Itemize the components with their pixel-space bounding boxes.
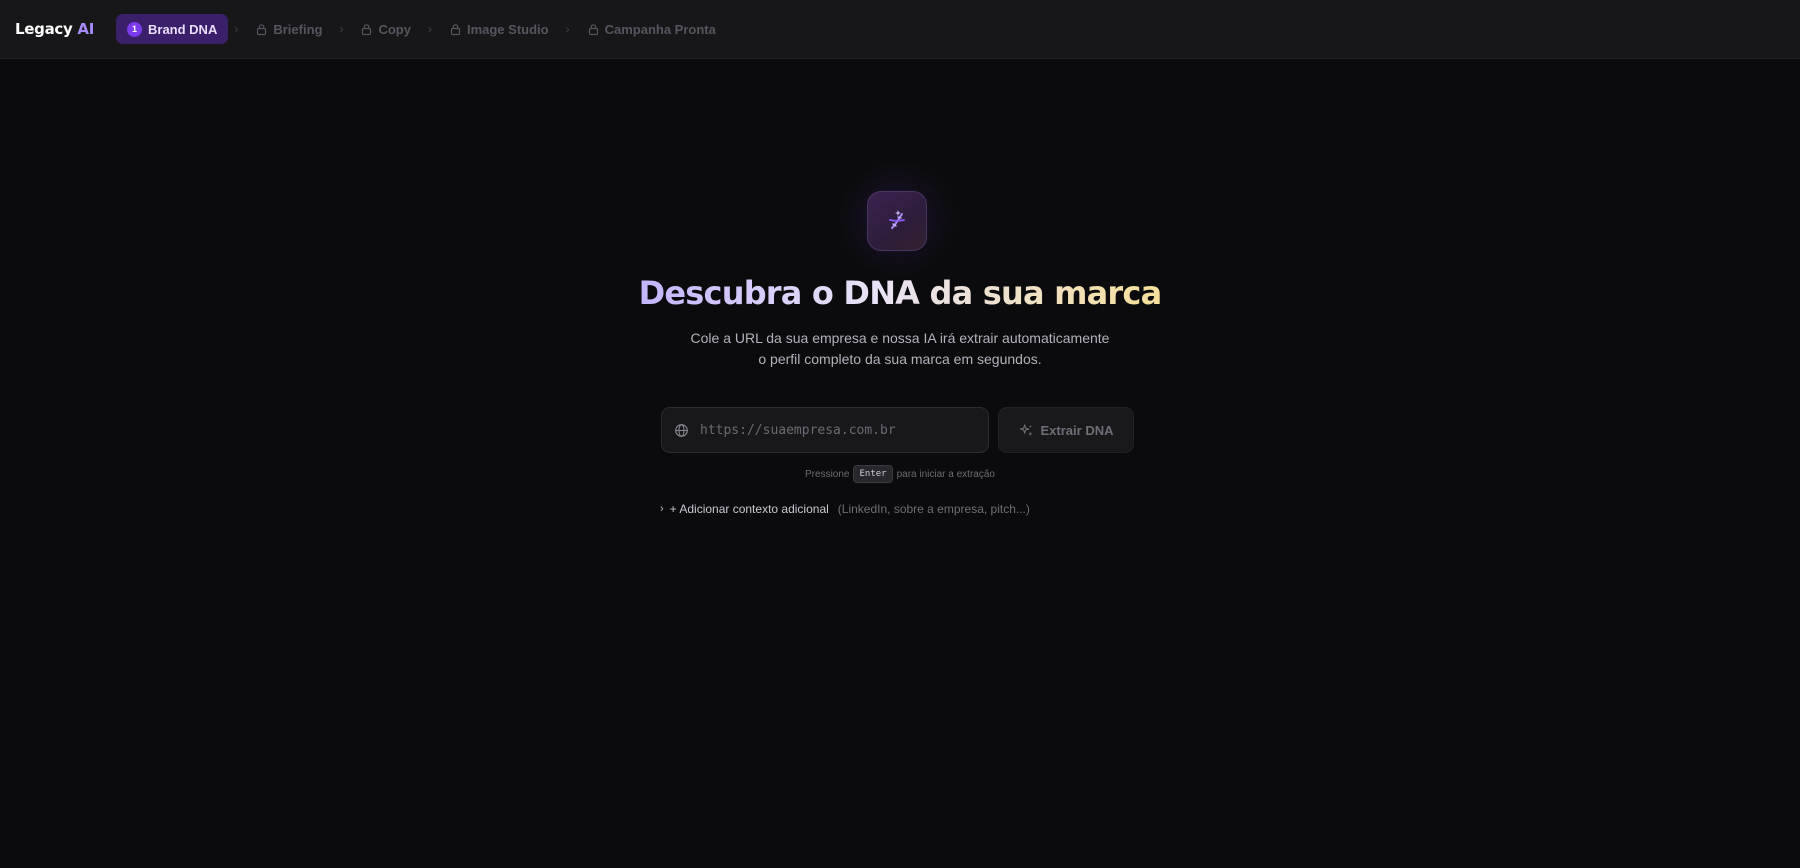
chevron-right-icon: › bbox=[339, 22, 344, 36]
workflow-steps: 1 Brand DNA › Briefing › Copy › Image St… bbox=[116, 14, 727, 44]
step-label: Image Studio bbox=[466, 21, 549, 37]
chevron-right-icon: › bbox=[427, 22, 432, 36]
page-subtitle: Cole a URL da sua empresa e nossa IA irá… bbox=[600, 328, 1200, 370]
lock-icon bbox=[257, 23, 267, 35]
step-image-studio: Image Studio bbox=[438, 14, 560, 44]
subtitle-line-2: o perfil completo da sua marca em segund… bbox=[758, 351, 1042, 367]
brand-name: Legacy bbox=[15, 20, 73, 38]
enter-key-badge: Enter bbox=[853, 465, 893, 483]
sparkles-icon bbox=[1019, 423, 1033, 436]
step-briefing: Briefing bbox=[244, 14, 333, 44]
add-context-hint: (LinkedIn, sobre a empresa, pitch...) bbox=[837, 502, 1030, 516]
app-logo[interactable]: Legacy AI bbox=[15, 20, 94, 38]
subtitle-line-1: Cole a URL da sua empresa e nossa IA irá… bbox=[690, 330, 1110, 346]
step-copy: Copy bbox=[349, 14, 422, 44]
lock-icon bbox=[588, 23, 598, 35]
step-label: Campanha Pronta bbox=[604, 21, 716, 37]
hint-prefix: Pressione bbox=[805, 468, 850, 480]
brand-accent: AI bbox=[77, 20, 94, 38]
url-input-field[interactable] bbox=[661, 407, 989, 453]
step-campanha-pronta: Campanha Pronta bbox=[576, 14, 727, 44]
top-navigation-bar: Legacy AI 1 Brand DNA › Briefing › Copy … bbox=[0, 0, 1800, 59]
add-context-label: + Adicionar contexto adicional bbox=[669, 502, 829, 516]
chevron-right-icon: › bbox=[565, 22, 570, 36]
step-label: Brand DNA bbox=[148, 21, 218, 37]
page-title: Descubra o DNA da sua marca bbox=[638, 274, 1163, 312]
hint-suffix: para iniciar a extração bbox=[896, 468, 995, 480]
step-label: Briefing bbox=[273, 21, 323, 37]
dna-sparkle-icon bbox=[889, 210, 905, 229]
chevron-right-icon: › bbox=[660, 503, 664, 515]
extract-dna-button[interactable]: Extrair DNA bbox=[998, 407, 1134, 453]
hero-icon-tile bbox=[867, 191, 927, 251]
chevron-right-icon: › bbox=[234, 22, 239, 36]
add-context-toggle[interactable]: › + Adicionar contexto adicional (Linked… bbox=[660, 502, 1030, 516]
lock-icon bbox=[450, 23, 461, 35]
extract-dna-label: Extrair DNA bbox=[1040, 422, 1114, 438]
step-label: Copy bbox=[378, 21, 411, 37]
globe-icon bbox=[675, 423, 688, 437]
lock-icon bbox=[362, 23, 372, 35]
step-brand-dna[interactable]: 1 Brand DNA bbox=[116, 14, 229, 44]
url-input[interactable] bbox=[698, 408, 988, 452]
keyboard-hint: Pressione Enter para iniciar a extração bbox=[0, 465, 1800, 483]
step-number-badge: 1 bbox=[127, 21, 142, 37]
